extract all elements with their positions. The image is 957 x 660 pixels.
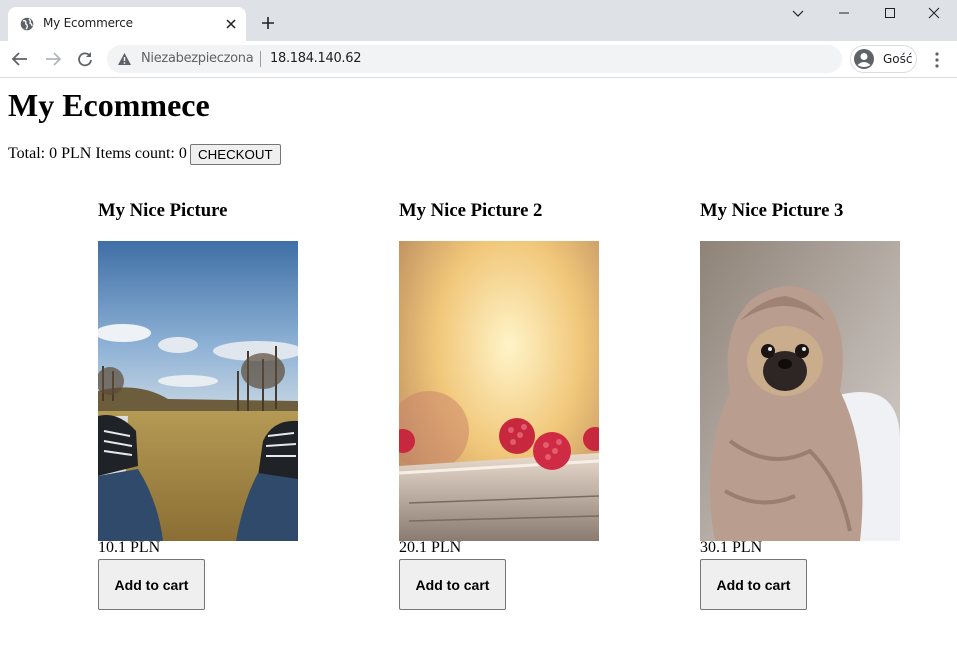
maximize-icon (885, 8, 895, 18)
add-to-cart-button[interactable]: Add to cart (700, 559, 807, 610)
omnibox-divider (260, 51, 261, 67)
menu-dots-icon[interactable] (934, 52, 940, 68)
avatar-icon (854, 49, 874, 69)
globe-icon (20, 17, 34, 31)
forward-arrow-icon[interactable] (44, 51, 62, 67)
add-to-cart-button[interactable]: Add to cart (98, 559, 205, 610)
product-title: My Nice Picture (98, 200, 228, 221)
cart-summary: Total: 0 PLN Items count: 0 (8, 145, 187, 162)
security-label[interactable]: Niezabezpieczona (141, 51, 254, 66)
product-image-raspberries (399, 241, 599, 541)
minimize-icon (839, 12, 849, 14)
back-arrow-icon[interactable] (11, 51, 29, 67)
product-price: 20.1 PLN (399, 539, 462, 556)
product-image-sneakers (98, 241, 298, 541)
tab-my-ecommerce[interactable]: My Ecommerce (8, 7, 246, 41)
browser-toolbar: Niezabezpieczona 18.184.140.62 Gość (0, 41, 957, 78)
product-title: My Nice Picture 3 (700, 200, 844, 221)
plus-icon[interactable] (261, 16, 275, 30)
tab-search-button[interactable] (775, 0, 821, 28)
window-close-icon (928, 7, 940, 19)
url-text[interactable]: 18.184.140.62 (270, 51, 362, 66)
window-close-button[interactable] (911, 0, 957, 28)
add-to-cart-button[interactable]: Add to cart (399, 559, 506, 610)
product-image-pug (700, 241, 900, 541)
warning-icon[interactable] (117, 52, 132, 66)
minimize-button[interactable] (821, 0, 867, 28)
product-price: 10.1 PLN (98, 539, 161, 556)
profile-button[interactable]: Gość (850, 45, 917, 73)
page-title: My Ecommece (8, 87, 210, 123)
tab-title: My Ecommerce (43, 16, 133, 30)
product-title: My Nice Picture 2 (399, 200, 543, 221)
close-icon[interactable] (225, 18, 237, 30)
maximize-button[interactable] (867, 0, 913, 28)
tab-strip: My Ecommerce (0, 0, 957, 41)
checkout-button[interactable]: CHECKOUT (190, 144, 281, 165)
chevron-down-icon (792, 10, 804, 17)
profile-name: Gość (883, 52, 913, 66)
product-price: 30.1 PLN (700, 539, 763, 556)
reload-icon[interactable] (76, 51, 94, 67)
address-bar[interactable]: Niezabezpieczona 18.184.140.62 (107, 45, 842, 73)
page-content: My Ecommece Total: 0 PLN Items count: 0 … (0, 78, 957, 660)
